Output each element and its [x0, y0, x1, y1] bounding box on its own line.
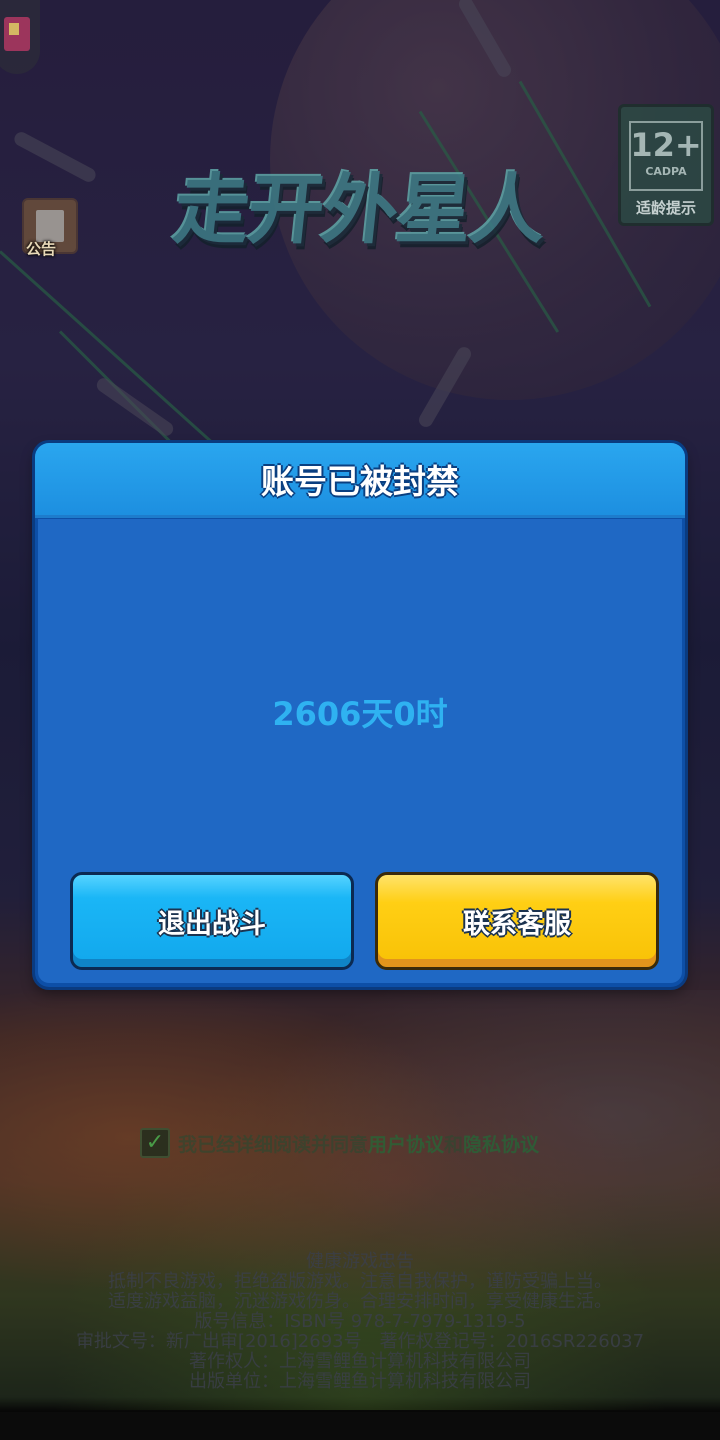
age-rating-org: CADPA — [645, 165, 687, 178]
gamepad-icon — [4, 17, 30, 51]
footer-line: 抵制不良游戏，拒绝盗版游戏。注意自我保护，谨防受骗上当。 — [108, 1271, 612, 1292]
notice-label: 公告 — [26, 240, 57, 258]
bottom-edge — [0, 1412, 720, 1440]
game-center-icon[interactable] — [0, 0, 40, 74]
contact-support-button[interactable]: 联系客服 — [375, 872, 659, 970]
agreement-checkbox[interactable]: ✓ — [140, 1128, 170, 1158]
footer-line: 著作权人：上海雪鲤鱼计算机科技有限公司 — [189, 1351, 531, 1372]
footer-line: 版号信息：ISBN号 978-7-7979-1319-5 — [194, 1311, 526, 1332]
age-rating-badge[interactable]: 12+ CADPA 适龄提示 — [618, 104, 714, 226]
notice-button[interactable]: 公告 — [22, 198, 78, 268]
agreement-row: ✓ 我已经详细阅读并同意 用户协议 和 隐私协议 — [140, 1128, 539, 1158]
ban-duration: 2606天0时 — [272, 695, 448, 733]
dialog-body: 2606天0时 退出战斗 联系客服 — [38, 519, 682, 983]
agreement-prefix: 我已经详细阅读并同意 — [178, 1133, 369, 1156]
footer-line: 适度游戏益脑，沉迷游戏伤身。合理安排时间，享受健康生活。 — [108, 1291, 612, 1312]
checkmark-icon: ✓ — [145, 1130, 165, 1155]
footer-line: 出版单位：上海雪鲤鱼计算机科技有限公司 — [189, 1371, 531, 1392]
user-agreement-link[interactable]: 用户协议 — [368, 1130, 444, 1157]
dialog-title: 账号已被封禁 — [261, 462, 459, 501]
health-notice-footer: 健康游戏忠告 抵制不良游戏，拒绝盗版游戏。注意自我保护，谨防受骗上当。 适度游戏… — [0, 1252, 720, 1392]
agreement-and: 和 — [444, 1133, 464, 1156]
dialog-header: 账号已被封禁 — [35, 443, 685, 518]
age-rating-box: 12+ CADPA — [629, 121, 703, 191]
game-logo: 走开外星人 — [169, 165, 549, 254]
account-ban-dialog: 账号已被封禁 2606天0时 退出战斗 联系客服 — [35, 443, 685, 987]
exit-battle-button[interactable]: 退出战斗 — [70, 872, 354, 970]
footer-line: 审批文号：新广出审[2016]2693号 著作权登记号：2016SR226037 — [75, 1331, 645, 1352]
game-screen: 公告 走开外星人 12+ CADPA 适龄提示 ✓ 我已经详细阅读并同意 用户协… — [0, 0, 720, 1440]
privacy-agreement-link[interactable]: 隐私协议 — [463, 1130, 539, 1157]
age-rating-tip: 适龄提示 — [635, 199, 696, 217]
age-rating-number: 12+ — [630, 126, 702, 164]
footer-line: 健康游戏忠告 — [306, 1251, 414, 1272]
